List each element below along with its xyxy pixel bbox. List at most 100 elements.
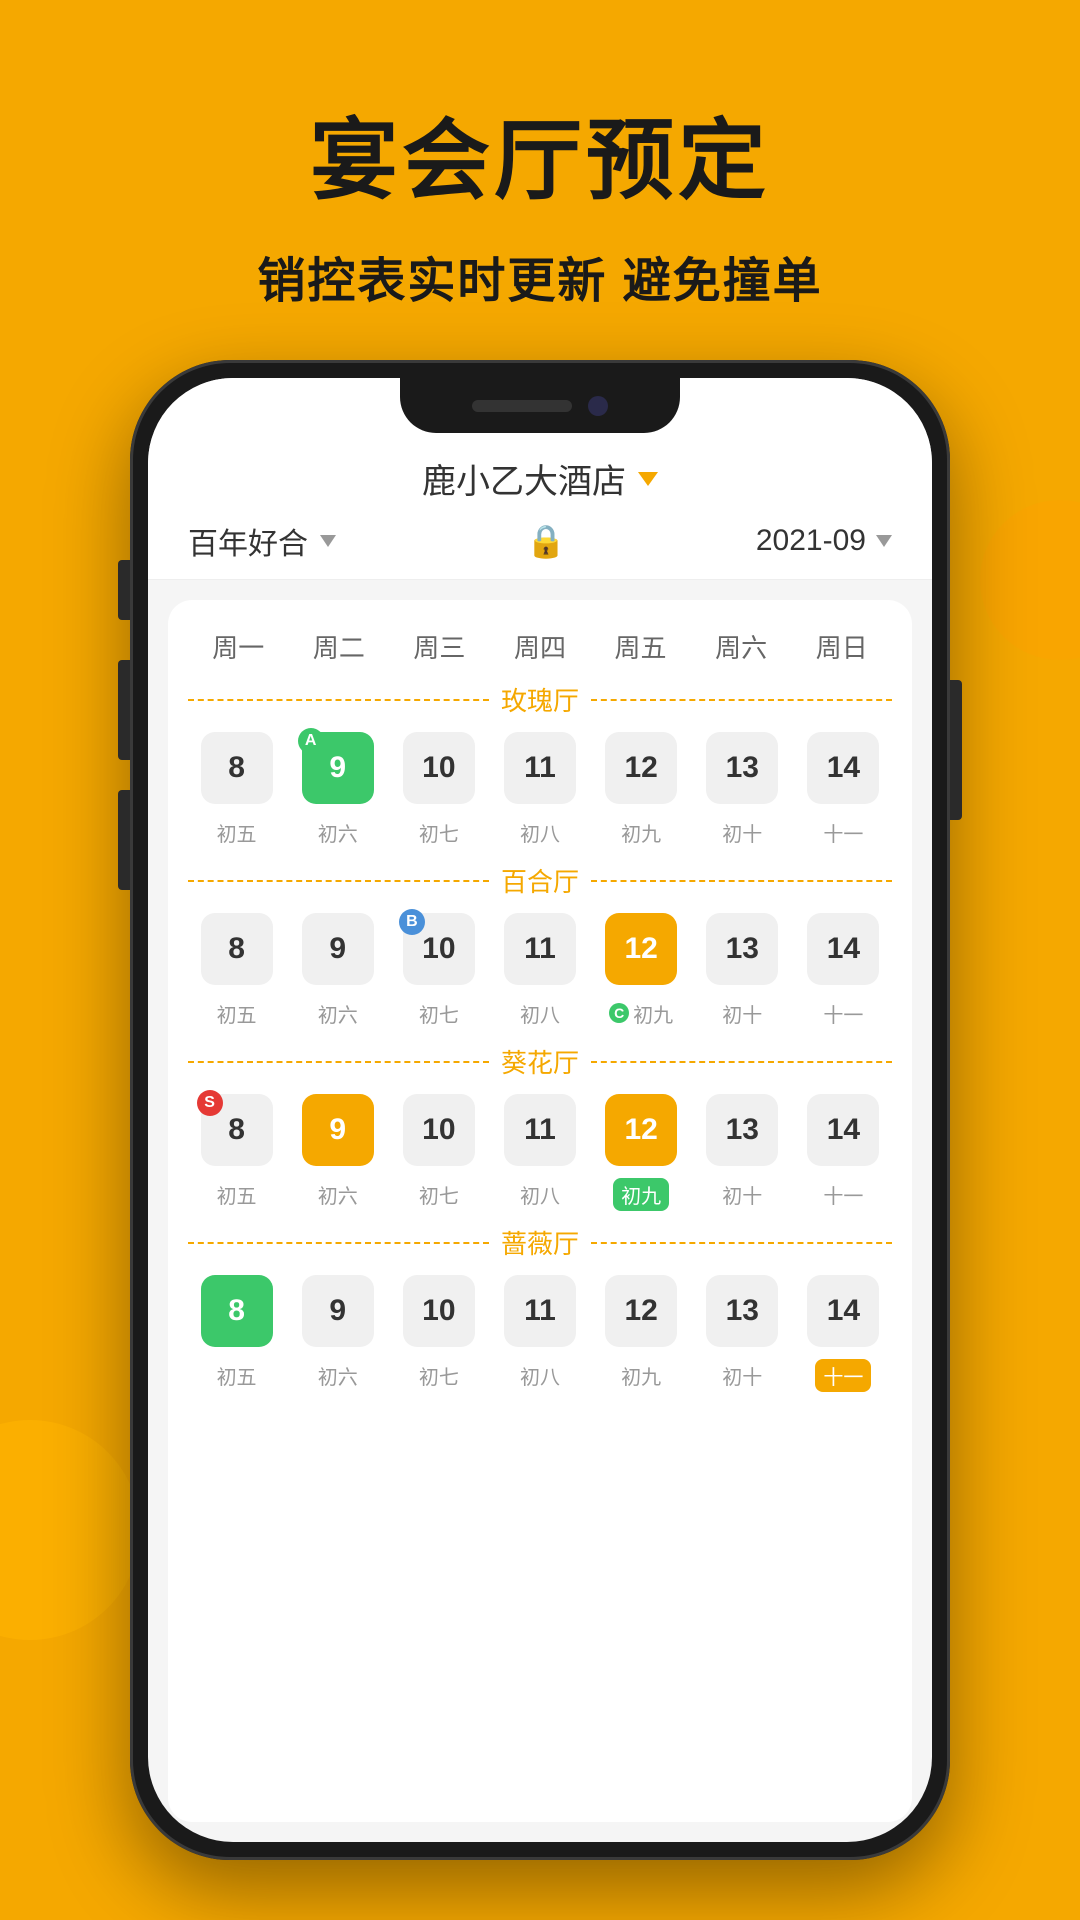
lunar-text: 初八: [520, 1180, 560, 1209]
date-cell[interactable]: 12: [593, 726, 690, 810]
date-cell[interactable]: 11: [491, 1088, 588, 1172]
lunar-text: 十一: [823, 999, 863, 1028]
weekday-cell: 周三: [389, 620, 490, 673]
date-cell[interactable]: 14: [795, 1088, 892, 1172]
lunar-cell: 初六: [289, 1176, 386, 1212]
hall-name: 葵花厅: [501, 1043, 579, 1080]
date-cell[interactable]: S8: [188, 1088, 285, 1172]
lunar-cell: 初十: [694, 1357, 791, 1393]
lunar-cell: 初九: [593, 1357, 690, 1393]
date-cell[interactable]: 13: [694, 907, 791, 991]
date-number: 12: [605, 1275, 677, 1347]
lunar-text: 初十: [722, 1361, 762, 1390]
date-cell[interactable]: 14: [795, 907, 892, 991]
date-cell[interactable]: 9: [289, 1088, 386, 1172]
date-number: 13: [706, 732, 778, 804]
date-cell[interactable]: 13: [694, 1088, 791, 1172]
lunar-cell: 初七: [390, 1357, 487, 1393]
hall-name: 百合厅: [501, 862, 579, 899]
lunar-row: 初五初六初七初八初九初十十一: [188, 1176, 892, 1212]
lunar-cell: 初九: [593, 1176, 690, 1212]
date-text: 2021-09: [756, 524, 866, 558]
lunar-cell: 初八: [491, 1357, 588, 1393]
date-cell[interactable]: 9: [289, 1269, 386, 1353]
date-cell[interactable]: 13: [694, 1269, 791, 1353]
date-cell[interactable]: 10: [390, 1269, 487, 1353]
lunar-cell: 初五: [188, 995, 285, 1031]
date-cell[interactable]: 12: [593, 1269, 690, 1353]
page-subtitle: 销控表实时更新 避免撞单: [0, 241, 1080, 311]
lunar-cell: 初七: [390, 1176, 487, 1212]
page-title: 宴会厅预定: [0, 90, 1080, 217]
date-cell[interactable]: 8: [188, 726, 285, 810]
date-cell[interactable]: 13: [694, 726, 791, 810]
date-number: 9: [302, 1094, 374, 1166]
lunar-row: 初五初六初七初八初九初十十一: [188, 814, 892, 850]
lunar-cell: 初八: [491, 995, 588, 1031]
date-cell[interactable]: 10: [390, 726, 487, 810]
hall-section-3: 蔷薇厅 891011121314初五初六初七初八初九初十十一: [188, 1224, 892, 1393]
halls-container: 玫瑰厅 8A91011121314初五初六初七初八初九初十十一 百合厅 89B1…: [188, 681, 892, 1393]
lunar-text: 初八: [520, 1361, 560, 1390]
date-cell[interactable]: 9: [289, 907, 386, 991]
date-grid: S891011121314: [188, 1088, 892, 1172]
lunar-cell: 初十: [694, 814, 791, 850]
bg-decoration-right: [980, 500, 1080, 660]
lunar-cell: 初七: [390, 814, 487, 850]
date-grid: 8A910111213 14: [188, 726, 892, 810]
date-cell[interactable]: 11: [491, 726, 588, 810]
date-cell[interactable]: 8: [188, 907, 285, 991]
date-cell[interactable]: 11: [491, 907, 588, 991]
date-cell[interactable]: 14: [795, 1269, 892, 1353]
date-dropdown-arrow[interactable]: [876, 535, 892, 547]
date-cell[interactable]: 10: [390, 1088, 487, 1172]
lunar-text: 初九: [613, 1178, 669, 1211]
date-number: 11: [504, 732, 576, 804]
date-number: 13: [706, 913, 778, 985]
date-cell[interactable]: 11: [491, 1269, 588, 1353]
phone-notch: [400, 378, 680, 433]
hotel-name-row[interactable]: 鹿小乙大酒店: [188, 454, 892, 503]
lunar-text: 初七: [419, 999, 459, 1028]
lunar-text: 初六: [318, 1180, 358, 1209]
hotel-dropdown-arrow[interactable]: [638, 472, 658, 486]
lunar-text: 初五: [217, 1361, 257, 1390]
filter-dropdown-arrow[interactable]: [320, 535, 336, 547]
date-number: 11: [504, 913, 576, 985]
date-filter[interactable]: 2021-09: [756, 524, 892, 558]
page-header: 宴会厅预定 销控表实时更新 避免撞单: [0, 0, 1080, 311]
date-cell[interactable]: 12: [593, 907, 690, 991]
lunar-text: 初五: [217, 818, 257, 847]
lock-icon[interactable]: 🔒: [526, 522, 566, 560]
date-cell[interactable]: 12: [593, 1088, 690, 1172]
lunar-text: 初九: [621, 1361, 661, 1390]
bg-decoration-left: [0, 1420, 140, 1640]
date-number: 11: [504, 1275, 576, 1347]
lunar-text: 初九: [621, 818, 661, 847]
date-cell[interactable]: 8: [188, 1269, 285, 1353]
lunar-text: 初八: [520, 999, 560, 1028]
date-number: 14: [807, 732, 879, 804]
hall-line: [591, 1242, 892, 1244]
lunar-text: 初七: [419, 818, 459, 847]
filter-left[interactable]: 百年好合: [188, 519, 336, 563]
lunar-cell: 初五: [188, 1357, 285, 1393]
lunar-text: 初九: [633, 999, 673, 1028]
phone-screen: 鹿小乙大酒店 百年好合 🔒 2021-09: [148, 378, 932, 1842]
weekday-cell: 周一: [188, 620, 289, 673]
lunar-cell: 初六: [289, 995, 386, 1031]
date-cell[interactable]: A9: [289, 726, 386, 810]
date-cell[interactable]: B10: [390, 907, 487, 991]
hall-line: [591, 880, 892, 882]
date-grid: 89B1011121314: [188, 907, 892, 991]
lunar-cell: 初十: [694, 995, 791, 1031]
date-number: 14: [807, 1094, 879, 1166]
date-cell[interactable]: 14: [795, 726, 892, 810]
lunar-cell: 初八: [491, 814, 588, 850]
lunar-cell: 初七: [390, 995, 487, 1031]
weekday-cell: 周二: [289, 620, 390, 673]
hall-section-1: 百合厅 89B1011121314初五初六初七初八C初九初十十一: [188, 862, 892, 1031]
lunar-cell: 初五: [188, 814, 285, 850]
hall-line: [188, 699, 489, 701]
lunar-text: 初十: [722, 818, 762, 847]
